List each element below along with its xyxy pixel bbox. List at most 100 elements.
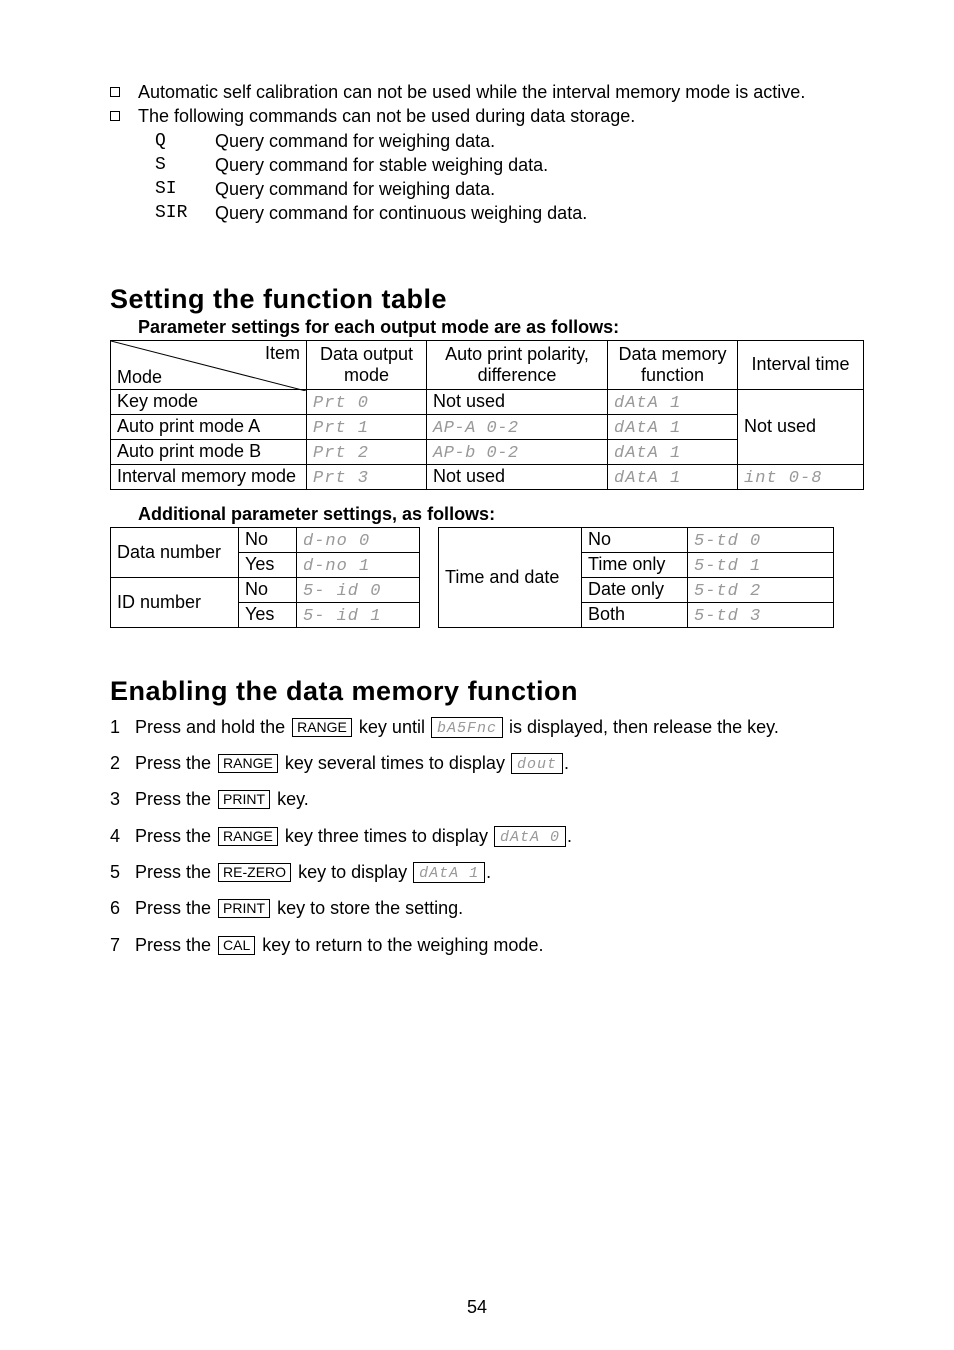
step-num: 3 [110, 787, 135, 811]
cell: 5-td 0 [688, 527, 834, 552]
row-label: Time and date [439, 527, 582, 627]
row-label: ID number [111, 577, 239, 627]
lcd-data1: dAtA 1 [413, 862, 485, 883]
step-4: 4 Press the RANGE key three times to dis… [110, 824, 864, 848]
table2-caption: Additional parameter settings, as follow… [138, 504, 864, 525]
step-3: 3 Press the PRINT key. [110, 787, 864, 811]
cmd-text: Query command for weighing data. [215, 177, 495, 201]
lcd-basfnc: bA5Fnc [431, 717, 503, 738]
cell: AP-A 0-2 [427, 414, 608, 439]
step-text: Press the PRINT key to store the setting… [135, 896, 463, 920]
lcd-dout: dout [511, 753, 563, 774]
cell: Not used [427, 389, 608, 414]
heading-setting-function-table: Setting the function table [110, 284, 864, 315]
key-print: PRINT [218, 899, 270, 918]
cell: int 0-8 [738, 464, 864, 489]
cell: Date only [582, 577, 688, 602]
cell: Prt 0 [307, 389, 427, 414]
bullet-2-text: The following commands can not be used d… [138, 104, 635, 128]
key-print: PRINT [218, 790, 270, 809]
step-num: 4 [110, 824, 135, 848]
table-row: Data number No d-no 0 [111, 527, 420, 552]
step-num: 2 [110, 751, 135, 775]
steps-list: 1 Press and hold the RANGE key until bA5… [110, 715, 864, 957]
heading-enabling-data-memory: Enabling the data memory function [110, 676, 864, 707]
cell: 5-td 2 [688, 577, 834, 602]
cell: Prt 2 [307, 439, 427, 464]
sub-row: Q Query command for weighing data. [155, 129, 864, 153]
row-label: Interval memory mode [111, 464, 307, 489]
cell: No [239, 577, 297, 602]
cell: d-no 1 [297, 552, 420, 577]
table-row: Time and date No 5-td 0 [439, 527, 834, 552]
key-range: RANGE [218, 754, 278, 773]
key-cal: CAL [218, 936, 255, 955]
key-rezero: RE-ZERO [218, 863, 291, 882]
cell: Prt 3 [307, 464, 427, 489]
cell: dAtA 1 [608, 439, 738, 464]
key-range: RANGE [218, 827, 278, 846]
step-num: 5 [110, 860, 135, 884]
cell: Yes [239, 602, 297, 627]
page-number: 54 [0, 1297, 954, 1318]
step-text: Press and hold the RANGE key until bA5Fn… [135, 715, 779, 739]
step-num: 6 [110, 896, 135, 920]
cell: No [582, 527, 688, 552]
col-header: Interval time [738, 340, 864, 389]
parameter-table: Item Mode Data output mode Auto print po… [110, 340, 864, 490]
cell: dAtA 1 [608, 389, 738, 414]
command-sublist: Q Query command for weighing data. S Que… [155, 129, 864, 226]
step-text: Press the PRINT key. [135, 787, 309, 811]
cmd-code: SI [155, 177, 215, 201]
cell: AP-b 0-2 [427, 439, 608, 464]
cell-not-used: Not used [738, 389, 864, 464]
cell: d-no 0 [297, 527, 420, 552]
row-label: Key mode [111, 389, 307, 414]
sub-row: SI Query command for weighing data. [155, 177, 864, 201]
step-text: Press the CAL key to return to the weigh… [135, 933, 543, 957]
row-label: Auto print mode A [111, 414, 307, 439]
cell: Time only [582, 552, 688, 577]
step-2: 2 Press the RANGE key several times to d… [110, 751, 864, 775]
cmd-text: Query command for stable weighing data. [215, 153, 548, 177]
additional-table-left: Data number No d-no 0 Yes d-no 1 ID numb… [110, 527, 420, 628]
step-text: Press the RANGE key several times to dis… [135, 751, 569, 775]
table-row: ID number No 5- id 0 [111, 577, 420, 602]
col-header: Auto print polarity, difference [427, 340, 608, 389]
cell: 5-td 3 [688, 602, 834, 627]
step-6: 6 Press the PRINT key to store the setti… [110, 896, 864, 920]
row-label: Auto print mode B [111, 439, 307, 464]
cell: Yes [239, 552, 297, 577]
cell: 5- id 0 [297, 577, 420, 602]
cell: 5-td 1 [688, 552, 834, 577]
cmd-text: Query command for continuous weighing da… [215, 201, 587, 225]
bullet-icon [110, 111, 120, 121]
table-row: Interval memory mode Prt 3 Not used dAtA… [111, 464, 864, 489]
cell: No [239, 527, 297, 552]
step-num: 1 [110, 715, 135, 739]
step-7: 7 Press the CAL key to return to the wei… [110, 933, 864, 957]
sub-row: SIR Query command for continuous weighin… [155, 201, 864, 225]
col-header: Data memory function [608, 340, 738, 389]
additional-table-right: Time and date No 5-td 0 Time only 5-td 1… [438, 527, 834, 628]
cell: Prt 1 [307, 414, 427, 439]
table-row: Key mode Prt 0 Not used dAtA 1 Not used [111, 389, 864, 414]
sub-row: S Query command for stable weighing data… [155, 153, 864, 177]
step-5: 5 Press the RE-ZERO key to display dAtA … [110, 860, 864, 884]
cmd-code: S [155, 153, 215, 177]
row-label: Data number [111, 527, 239, 577]
cell: Both [582, 602, 688, 627]
cmd-text: Query command for weighing data. [215, 129, 495, 153]
diag-mode-label: Mode [117, 367, 162, 388]
diag-item-label: Item [265, 343, 300, 364]
step-text: Press the RANGE key three times to displ… [135, 824, 572, 848]
key-range: RANGE [292, 718, 352, 737]
lcd-data0: dAtA 0 [494, 826, 566, 847]
table-diag-header: Item Mode [111, 340, 307, 389]
intro-bullets: Automatic self calibration can not be us… [110, 80, 864, 129]
table1-caption: Parameter settings for each output mode … [138, 317, 864, 338]
col-header: Data output mode [307, 340, 427, 389]
cell: dAtA 1 [608, 414, 738, 439]
cmd-code: Q [155, 129, 215, 153]
step-text: Press the RE-ZERO key to display dAtA 1. [135, 860, 491, 884]
